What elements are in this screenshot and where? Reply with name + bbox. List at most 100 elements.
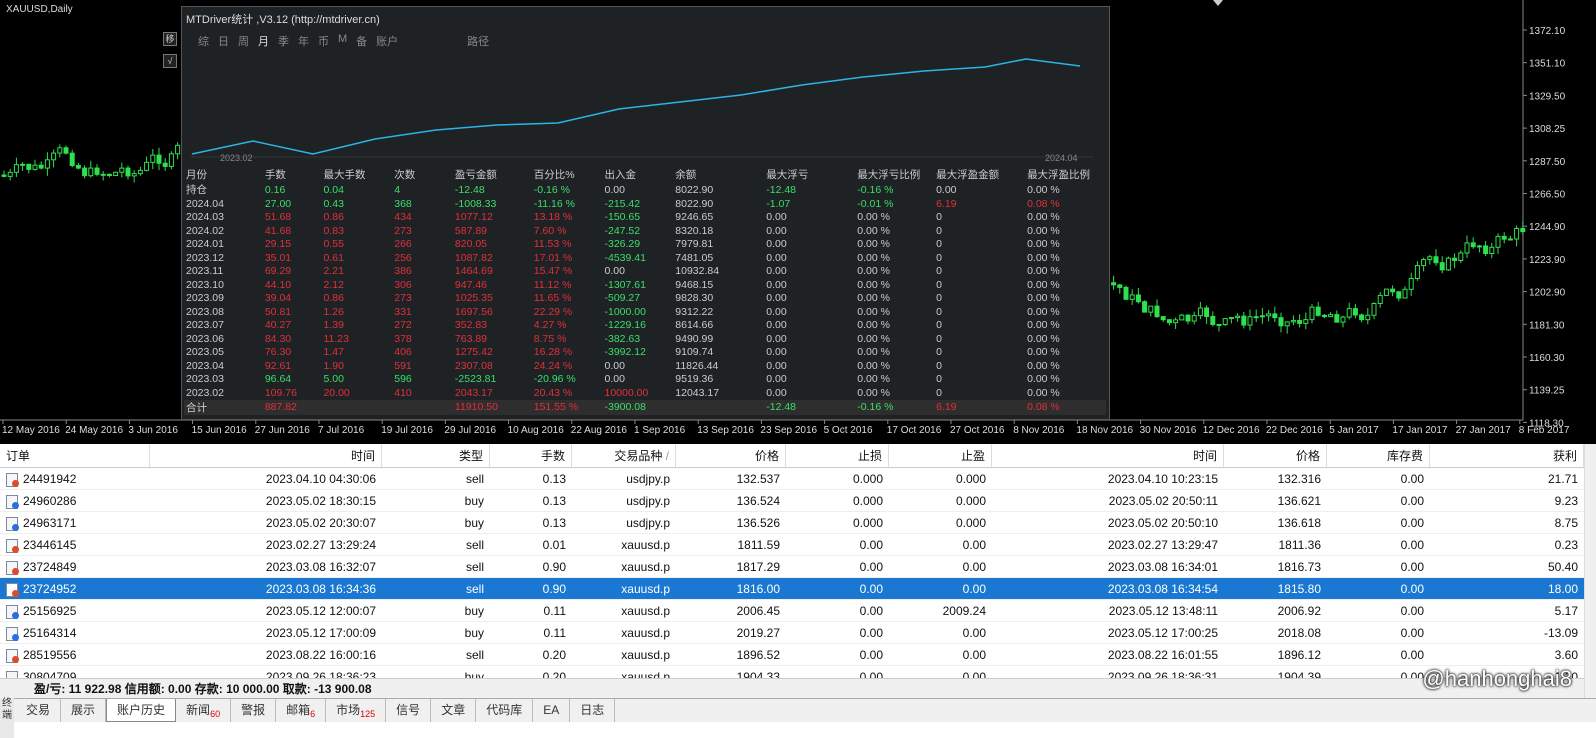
order-cell-tp: 0.00 (889, 578, 992, 599)
stats-cell: -1229.16 (604, 319, 646, 332)
stats-cell: 306 (394, 278, 412, 291)
order-value: 24960286 (23, 494, 77, 508)
stats-row: 2023.02 109.76 20.00 410 2043.17 20.43 % 10000… (184, 386, 1106, 400)
chart-symbol-label: XAUUSD,Daily (6, 4, 73, 15)
stats-cell: -12.48 (766, 183, 797, 196)
order-cell-cprice: 132.316 (1224, 468, 1327, 489)
order-cell-tp: 0.00 (889, 534, 992, 555)
order-row[interactable]: 24963171 2023.05.02 20:30:07 buy 0.13 usdjpy… (0, 512, 1584, 534)
order-cell-close: 2023.04.10 10:23:15 (992, 468, 1224, 489)
order-cell-swap: 0.00 (1327, 644, 1430, 665)
panel-tab[interactable]: 备 (356, 33, 367, 49)
terminal-tab[interactable]: EA (533, 699, 571, 722)
order-row[interactable]: 23724849 2023.03.08 16:32:07 sell 0.90 xauus… (0, 556, 1584, 578)
order-cell-sym: usdjpy.p (572, 468, 676, 489)
order-row[interactable]: 25164314 2023.05.12 17:00:09 buy 0.11 xauusd… (0, 622, 1584, 644)
stats-row: 2023.10 44.10 2.12 306 947.46 11.12 % -1307.61… (184, 278, 1106, 292)
order-value: buy (464, 516, 484, 530)
order-value: xauusd.p (621, 582, 670, 596)
order-cell-tp: 0.000 (889, 468, 992, 489)
terminal-tab[interactable]: 交易 (16, 699, 62, 722)
column-header[interactable]: 价格 (1224, 444, 1327, 467)
column-header[interactable]: 类型 (382, 444, 490, 467)
panel-tab[interactable]: 季 (278, 33, 289, 49)
stats-cell: 1464.69 (454, 265, 493, 278)
monthly-stats-table: 月份 手数 最大手数 次数 盈亏金额 百分比% 出入金 余额 最大浮亏 最大浮亏比例 最大浮盈金额 最… (184, 167, 1106, 415)
stats-cell: 0.00 % (1027, 373, 1060, 386)
move-button[interactable]: 移 (163, 32, 177, 46)
order-row[interactable]: 23446145 2023.02.27 13:29:24 sell 0.01 xauus… (0, 534, 1584, 556)
terminal-tab[interactable]: 日志 (570, 699, 616, 722)
order-cell-id: 24960286 (0, 490, 150, 511)
stats-row: 合计 887.82 11910.50 151.55 % -3900.08 -12.48 -0… (184, 399, 1106, 415)
order-value: 2023.08.22 16:00:16 (265, 648, 376, 662)
terminal-tab[interactable]: 代码库 (476, 699, 534, 722)
order-row[interactable]: 24960286 2023.05.02 18:30:15 buy 0.13 usdjpy… (0, 490, 1584, 512)
terminal-tab[interactable]: 邮箱6 (276, 699, 327, 722)
column-header[interactable]: 获利 (1430, 444, 1584, 467)
stats-cell: 6.19 (936, 401, 957, 413)
column-header[interactable]: 价格 (676, 444, 786, 467)
stats-cell: 11.12 % (533, 278, 572, 291)
terminal-tab[interactable]: 警报 (231, 699, 277, 722)
equity-curve-chart: 2023.02 2024.04 (190, 58, 1094, 163)
order-value: sell (465, 560, 484, 574)
panel-tab[interactable]: 路径 (467, 33, 489, 49)
order-value: 0.01 (542, 538, 566, 552)
column-header[interactable]: 时间 (992, 444, 1224, 467)
order-row[interactable]: 24491942 2023.04.10 04:30:06 sell 0.13 usdjp… (0, 468, 1584, 490)
order-row[interactable]: 23724952 2023.03.08 16:34:36 sell 0.90 xauus… (0, 578, 1584, 600)
terminal-tab[interactable]: 账户历史 (106, 699, 177, 722)
order-value: 0.00 (962, 582, 986, 596)
sell-order-icon (6, 472, 19, 487)
terminal-tab[interactable]: 新闻60 (176, 699, 232, 722)
terminal-tab[interactable]: 文章 (431, 699, 477, 722)
order-cell-lots: 0.13 (490, 490, 572, 511)
terminal-tab-label: 市场 (336, 703, 361, 717)
order-value: buy (464, 626, 484, 640)
panel-tab[interactable]: 年 (298, 33, 309, 49)
watermark: @hanhonghai8 (1422, 666, 1572, 691)
stats-cell: 41.68 (264, 224, 292, 237)
stats-row: 2023.08 50.81 1.26 331 1697.56 22.29 % -1000.0… (184, 305, 1106, 319)
order-row[interactable]: 28519556 2023.08.22 16:00:16 sell 0.20 xauus… (0, 644, 1584, 666)
panel-tab[interactable]: 日 (218, 33, 229, 49)
order-cell-sl: 0.00 (786, 644, 889, 665)
panel-tab[interactable]: 月 (258, 33, 269, 49)
order-value: 23724952 (23, 582, 77, 596)
order-row[interactable]: 25156925 2023.05.12 12:00:07 buy 0.11 xauusd… (0, 600, 1584, 622)
stats-cell: 6.19 (936, 197, 957, 210)
panel-tab[interactable]: 账户 (376, 33, 398, 49)
date-tick-label: 3 Jun 2016 (128, 425, 178, 436)
candle-body (1427, 256, 1433, 261)
terminal-tab[interactable]: 信号 (386, 699, 432, 722)
candle-body (1483, 245, 1489, 255)
terminal-tab[interactable]: 展示 (61, 699, 107, 722)
terminal-tab[interactable]: 市场125 (326, 699, 387, 722)
stats-cell: 0.00 % (857, 332, 890, 345)
order-value: 0.00 (1400, 472, 1424, 486)
candle-body (1458, 252, 1464, 262)
order-cell-close: 2023.05.02 20:50:10 (992, 512, 1224, 533)
order-value: 9.23 (1554, 494, 1578, 508)
column-header[interactable]: 止损 (786, 444, 889, 467)
panel-tab[interactable]: 币 (318, 33, 329, 49)
order-value: 0.13 (542, 494, 566, 508)
panel-tab[interactable]: 周 (238, 33, 249, 49)
candle-body (168, 153, 174, 167)
column-header[interactable]: 止盈 (889, 444, 992, 467)
column-header[interactable]: 订单 (0, 444, 150, 467)
column-header-label: 时间 (350, 449, 375, 463)
check-button[interactable]: √ (163, 54, 177, 68)
panel-tab[interactable]: 综 (198, 33, 209, 49)
panel-tab[interactable]: M (338, 33, 347, 49)
candle-body (106, 173, 112, 177)
terminal-side-tab[interactable]: 终端 (0, 698, 14, 738)
column-header[interactable]: 库存费 (1327, 444, 1430, 467)
candle-body (1514, 228, 1520, 240)
column-header[interactable]: 时间 (150, 444, 382, 467)
column-header[interactable]: 手数 (490, 444, 572, 467)
vertical-scrollbar[interactable] (1584, 444, 1596, 698)
candle-body (1352, 308, 1358, 316)
column-header[interactable]: 交易品种 / (572, 444, 676, 467)
